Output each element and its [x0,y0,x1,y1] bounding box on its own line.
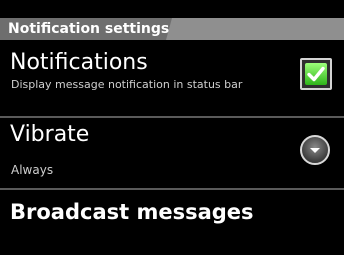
broadcast-messages-title: Broadcast messages [10,200,254,224]
notifications-preference[interactable]: Notifications Display message notificati… [0,40,344,116]
vibrate-dropdown-button[interactable] [300,135,330,165]
section-header-title: Notification settings [8,21,170,37]
notifications-summary: Display message notification in status b… [11,78,243,91]
checkmark-icon [305,63,327,85]
scrolled-off-row [0,0,344,18]
notifications-checkbox[interactable] [300,58,332,90]
vibrate-title: Vibrate [10,122,90,147]
notifications-title: Notifications [10,50,148,75]
vibrate-preference[interactable]: Vibrate Always [0,118,344,188]
section-header: Notification settings [0,18,344,40]
scrolled-off-text [10,0,16,9]
chevron-down-icon [310,148,320,153]
vibrate-summary: Always [11,163,54,177]
broadcast-messages-preference[interactable]: Broadcast messages [0,190,344,255]
settings-screen: Notification settings Notifications Disp… [0,0,344,255]
